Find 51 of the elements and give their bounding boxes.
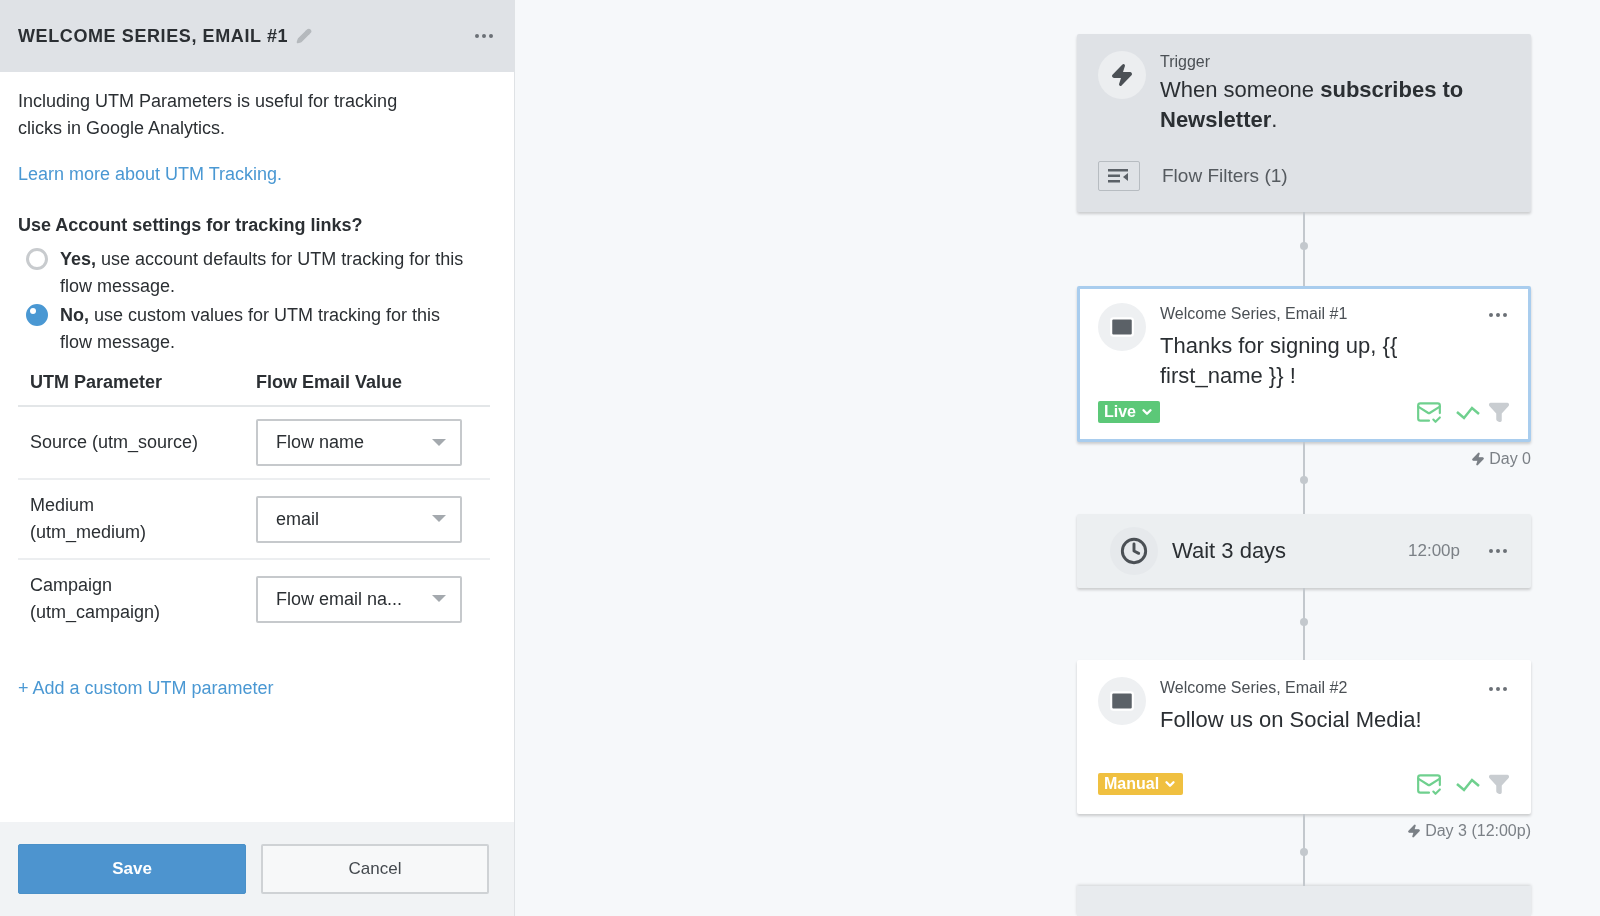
filter-list-icon[interactable]	[1098, 161, 1140, 191]
radio-label: No, use custom values for UTM tracking for this flow message.	[60, 304, 442, 354]
panel-title: WELCOME SERIES, EMAIL #1	[18, 25, 289, 47]
parameter-label: Campaign (utm_campaign)	[30, 574, 162, 625]
filter-icon[interactable]	[1488, 401, 1510, 423]
trigger-label: Trigger	[1160, 53, 1212, 71]
radio-button[interactable]	[26, 304, 48, 326]
email-card[interactable]: Welcome Series, Email #1 Thanks for signing up, {{ first_name }} ! Live	[1077, 286, 1531, 442]
column-header: Flow Email Value	[256, 372, 404, 393]
connector-line	[1300, 442, 1308, 514]
wait-card[interactable]: Wait 3 days 12:00p	[1077, 514, 1531, 588]
envelope-icon	[1098, 677, 1146, 725]
column-header: UTM Parameter	[30, 372, 164, 393]
envelope-icon	[1098, 303, 1146, 351]
email-check-icon[interactable]	[1416, 771, 1442, 797]
radio-button[interactable]	[26, 248, 48, 270]
trigger-text: When someone subscribes to Newsletter.	[1160, 76, 1465, 134]
pencil-icon[interactable]	[296, 28, 313, 44]
lightning-icon	[1407, 824, 1422, 838]
clock-icon	[1110, 527, 1158, 575]
value-dropdown[interactable]: email	[256, 495, 462, 543]
timing-label: Day 0	[1489, 450, 1531, 468]
lightning-icon	[1471, 452, 1486, 466]
lightning-icon	[1098, 51, 1146, 99]
value-dropdown[interactable]: Flow email na...	[256, 575, 462, 623]
connector-line	[1300, 588, 1308, 660]
description-text: Including UTM Parameters is useful for tracking clicks in Google Analytics.	[18, 90, 399, 140]
filter-icon[interactable]	[1488, 773, 1510, 795]
email-subject: Follow us on Social Media!	[1160, 706, 1423, 734]
wait-time: 12:00p	[1408, 541, 1460, 561]
email-card[interactable]: Welcome Series, Email #2 Follow us on Social Media! Manual	[1077, 660, 1531, 814]
value-dropdown[interactable]: Flow name	[256, 419, 462, 466]
parameter-label: Medium (utm_medium)	[30, 494, 148, 545]
parameter-label: Source (utm_source)	[30, 431, 200, 455]
radio-label: Yes, use account defaults for UTM tracking for this flow message.	[60, 248, 465, 298]
trigger-card[interactable]: Trigger When someone subscribes to Newsletter. Flow Filters (1)	[1077, 34, 1531, 212]
email-title: Welcome Series, Email #1	[1160, 305, 1348, 323]
timing-label: Day 3 (12:00p)	[1425, 822, 1531, 840]
email-subject: Thanks for signing up, {{ first_name }} !	[1160, 332, 1399, 390]
trend-line-icon[interactable]	[1456, 404, 1480, 420]
cancel-button[interactable]: Cancel	[261, 844, 489, 894]
question-label: Use Account settings for tracking links?	[18, 215, 364, 236]
caret-icon	[432, 595, 446, 603]
caret-icon	[432, 515, 446, 523]
caret-icon	[432, 438, 446, 447]
trend-line-icon[interactable]	[1456, 776, 1480, 792]
wait-label: Wait 3 days	[1172, 538, 1288, 564]
email-check-icon[interactable]	[1416, 399, 1442, 425]
flow-filters-label[interactable]: Flow Filters (1)	[1162, 165, 1288, 187]
email-title: Welcome Series, Email #2	[1160, 679, 1348, 697]
connector-line	[1300, 814, 1308, 886]
